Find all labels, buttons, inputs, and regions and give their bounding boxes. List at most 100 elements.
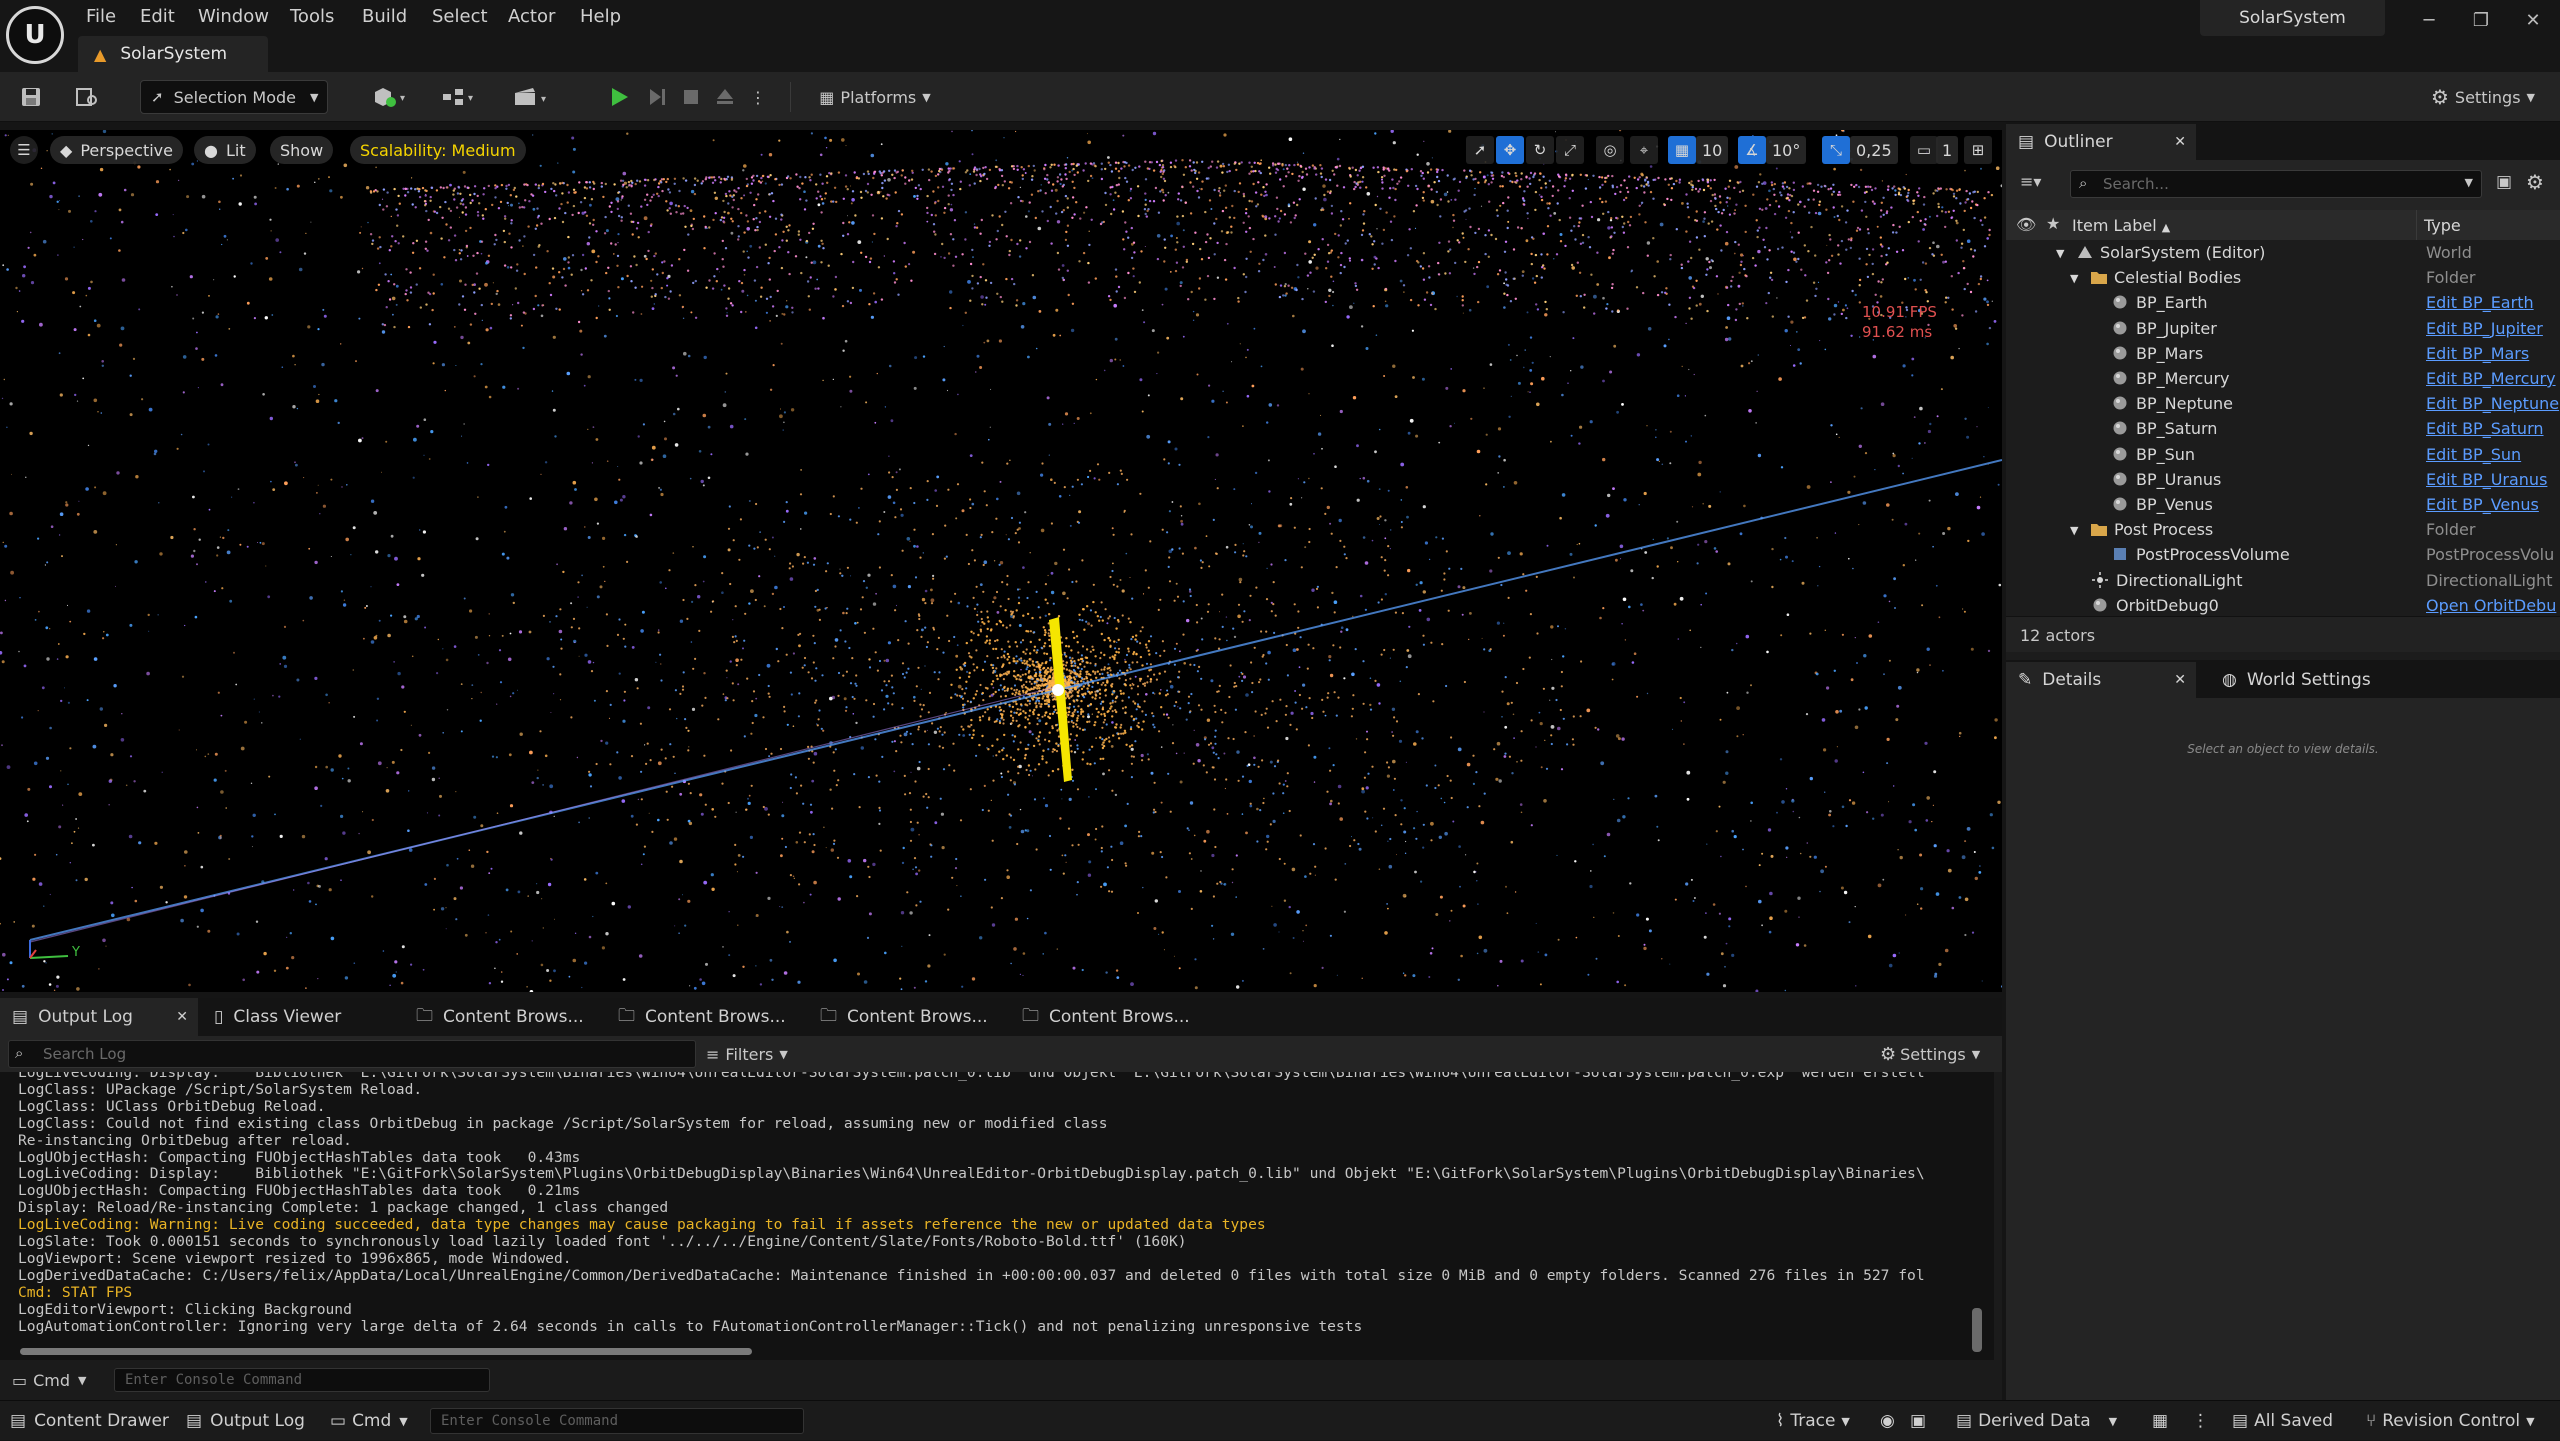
outliner-row[interactable]: PostProcessVolume PostProcessVolu xyxy=(2006,542,2560,567)
document-tab[interactable]: ▲ SolarSystem xyxy=(78,36,268,72)
settings-dropdown[interactable]: ⚙ Settings ▼ xyxy=(2420,80,2546,114)
tab-content-browser-1[interactable]: 🗀 Content Brows... xyxy=(416,998,610,1036)
favorite-icon[interactable]: ★ xyxy=(2046,214,2060,233)
play-icon[interactable] xyxy=(602,80,636,114)
tab-content-browser-4[interactable]: 🗀 Content Brows... xyxy=(1022,998,1216,1036)
level-viewport[interactable]: ☰ ◆ Perspective ● Lit Show Scalability: … xyxy=(0,130,2002,992)
outliner-row-type[interactable]: Edit BP_Earth xyxy=(2426,293,2560,312)
log-settings-dropdown[interactable]: ⚙ Settings ▼ xyxy=(1880,1040,1980,1068)
save-icon[interactable] xyxy=(14,80,48,114)
grid-snap-value[interactable]: 10 xyxy=(1696,136,1729,164)
outliner-row-type[interactable]: Edit BP_Uranus xyxy=(2426,470,2560,489)
outliner-row-type[interactable]: Edit BP_Neptune xyxy=(2426,394,2560,413)
close-window-icon[interactable]: ✕ xyxy=(2508,0,2558,40)
outliner-row[interactable]: BP_Mars Edit BP_Mars xyxy=(2006,341,2560,366)
outliner-row[interactable]: BP_Jupiter Edit BP_Jupiter xyxy=(2006,316,2560,341)
outliner-row-type[interactable]: Edit BP_Sun xyxy=(2426,445,2560,464)
tab-content-browser-3[interactable]: 🗀 Content Brows... xyxy=(820,998,1014,1036)
outliner-row[interactable]: ▼ Post Process Folder xyxy=(2006,517,2560,542)
menu-tools[interactable]: Tools xyxy=(290,2,334,30)
tab-world-settings[interactable]: ◍ World Settings xyxy=(2214,662,2404,698)
screenshot-icon[interactable]: ▣ xyxy=(1910,1401,1926,1441)
close-tab-icon[interactable]: ✕ xyxy=(2174,672,2186,688)
outliner-row[interactable]: DirectionalLight DirectionalLight xyxy=(2006,568,2560,593)
scale-snap-value[interactable]: 0,25 xyxy=(1850,136,1898,164)
outliner-row[interactable]: BP_Earth Edit BP_Earth xyxy=(2006,290,2560,315)
content-drawer-button[interactable]: ▤ Content Drawer xyxy=(10,1401,169,1441)
rotate-tool-icon[interactable]: ↻ xyxy=(1526,136,1554,164)
expand-arrow-icon[interactable]: ▼ xyxy=(2070,524,2078,537)
tab-content-browser-2[interactable]: 🗀 Content Brows... xyxy=(618,998,812,1036)
grid-snap-icon[interactable]: ▦ xyxy=(1668,136,1696,164)
record-icon[interactable]: ◉ xyxy=(1880,1401,1895,1441)
eject-icon[interactable] xyxy=(708,80,742,114)
tab-class-viewer[interactable]: ▯ Class Viewer xyxy=(214,998,404,1036)
log-search-input[interactable]: ⌕ Search Log xyxy=(8,1040,696,1068)
rotation-snap-value[interactable]: 10° xyxy=(1766,136,1807,164)
menu-window[interactable]: Window xyxy=(198,2,269,30)
world-space-icon[interactable]: ◎ xyxy=(1596,136,1624,164)
revision-control-dropdown[interactable]: ⑂ Revision Control ▼ xyxy=(2366,1401,2535,1441)
outliner-row[interactable]: BP_Venus Edit BP_Venus xyxy=(2006,492,2560,517)
scale-snap-icon[interactable]: ⤡ xyxy=(1822,136,1850,164)
outliner-row[interactable]: BP_Mercury Edit BP_Mercury xyxy=(2006,366,2560,391)
lit-button[interactable]: ● Lit xyxy=(194,136,256,164)
status-more-icon[interactable]: ⋮ xyxy=(2192,1401,2209,1441)
camera-speed-value[interactable]: 1 xyxy=(1936,136,1959,164)
outliner-row[interactable]: BP_Uranus Edit BP_Uranus xyxy=(2006,467,2560,492)
filter-icon[interactable]: ≡▾ xyxy=(2020,172,2041,191)
outliner-row[interactable]: ▼ SolarSystem (Editor) World xyxy=(2006,240,2560,265)
perspective-button[interactable]: ◆ Perspective xyxy=(50,136,183,164)
show-button[interactable]: Show xyxy=(270,136,334,164)
outliner-row-type[interactable]: Edit BP_Mercury xyxy=(2426,369,2560,388)
scale-tool-icon[interactable]: ⤢ xyxy=(1556,136,1584,164)
all-saved-indicator[interactable]: ▤ All Saved xyxy=(2232,1401,2333,1441)
viewport-menu-icon[interactable]: ☰ xyxy=(10,136,38,164)
outliner-row-type[interactable]: Edit BP_Saturn xyxy=(2426,419,2560,438)
selection-mode-dropdown[interactable]: ➚ Selection Mode ▼ xyxy=(140,80,328,114)
status-console-input[interactable]: Enter Console Command xyxy=(430,1408,804,1434)
translate-tool-icon[interactable]: ✥ xyxy=(1496,136,1524,164)
outliner-row-type[interactable]: Edit BP_Jupiter xyxy=(2426,319,2560,338)
outliner-search-input[interactable]: ⌕ Search... ▼ xyxy=(2070,170,2482,198)
menu-file[interactable]: File xyxy=(86,2,116,30)
menu-edit[interactable]: Edit xyxy=(140,2,175,30)
visibility-icon[interactable]: 👁 xyxy=(2016,215,2036,234)
surface-snap-icon[interactable]: ⌖ xyxy=(1630,136,1658,164)
log-vertical-scrollbar[interactable] xyxy=(1972,1308,1982,1352)
scalability-warning[interactable]: Scalability: Medium xyxy=(350,136,526,164)
restore-icon[interactable]: ❐ xyxy=(2456,0,2506,40)
menu-actor[interactable]: Actor xyxy=(508,2,555,30)
expand-arrow-icon[interactable]: ▼ xyxy=(2056,247,2064,260)
outliner-row[interactable]: BP_Saturn Edit BP_Saturn xyxy=(2006,416,2560,441)
expand-arrow-icon[interactable]: ▼ xyxy=(2070,272,2078,285)
select-tool-icon[interactable]: ➚ xyxy=(1466,136,1494,164)
column-type[interactable]: Type xyxy=(2424,216,2461,235)
filters-dropdown[interactable]: ≡ Filters ▼ xyxy=(706,1040,788,1068)
outliner-row-type[interactable]: Edit BP_Venus xyxy=(2426,495,2560,514)
outliner-row[interactable]: BP_Sun Edit BP_Sun xyxy=(2006,442,2560,467)
trace-dropdown[interactable]: ⌇ Trace ▼ xyxy=(1776,1401,1850,1441)
menu-select[interactable]: Select xyxy=(432,2,488,30)
add-actor-icon[interactable]: ▾ xyxy=(366,80,412,114)
output-log-button[interactable]: ▤ Output Log xyxy=(186,1401,305,1441)
stop-icon[interactable] xyxy=(674,80,708,114)
log-horizontal-scrollbar[interactable] xyxy=(20,1348,752,1355)
outliner-row[interactable]: ▼ Celestial Bodies Folder xyxy=(2006,265,2560,290)
rotation-snap-icon[interactable]: ∡ xyxy=(1738,136,1766,164)
status-cmd-dropdown[interactable]: ▭ Cmd ▼ xyxy=(330,1401,408,1441)
tab-output-log[interactable]: ▤ Output Log ✕ xyxy=(0,998,198,1036)
outliner-row-type[interactable]: Open OrbitDebu xyxy=(2426,596,2560,615)
outliner-row-type[interactable]: Edit BP_Mars xyxy=(2426,344,2560,363)
menu-help[interactable]: Help xyxy=(580,2,621,30)
camera-speed-icon[interactable]: ▭ xyxy=(1910,136,1938,164)
step-icon[interactable] xyxy=(640,80,674,114)
tab-outliner[interactable]: ▤ Outliner ✕ xyxy=(2006,124,2196,160)
gear-icon[interactable]: ⚙ xyxy=(2526,170,2544,194)
more-options-icon[interactable]: ⋮ xyxy=(744,80,772,114)
close-tab-icon[interactable]: ✕ xyxy=(2174,134,2186,150)
column-item-label[interactable]: Item Label ▲ xyxy=(2072,216,2170,235)
browse-icon[interactable] xyxy=(70,80,104,114)
viewport-layout-icon[interactable]: ⊞ xyxy=(1964,136,1992,164)
source-control-icon[interactable]: ▦ xyxy=(2152,1401,2168,1441)
